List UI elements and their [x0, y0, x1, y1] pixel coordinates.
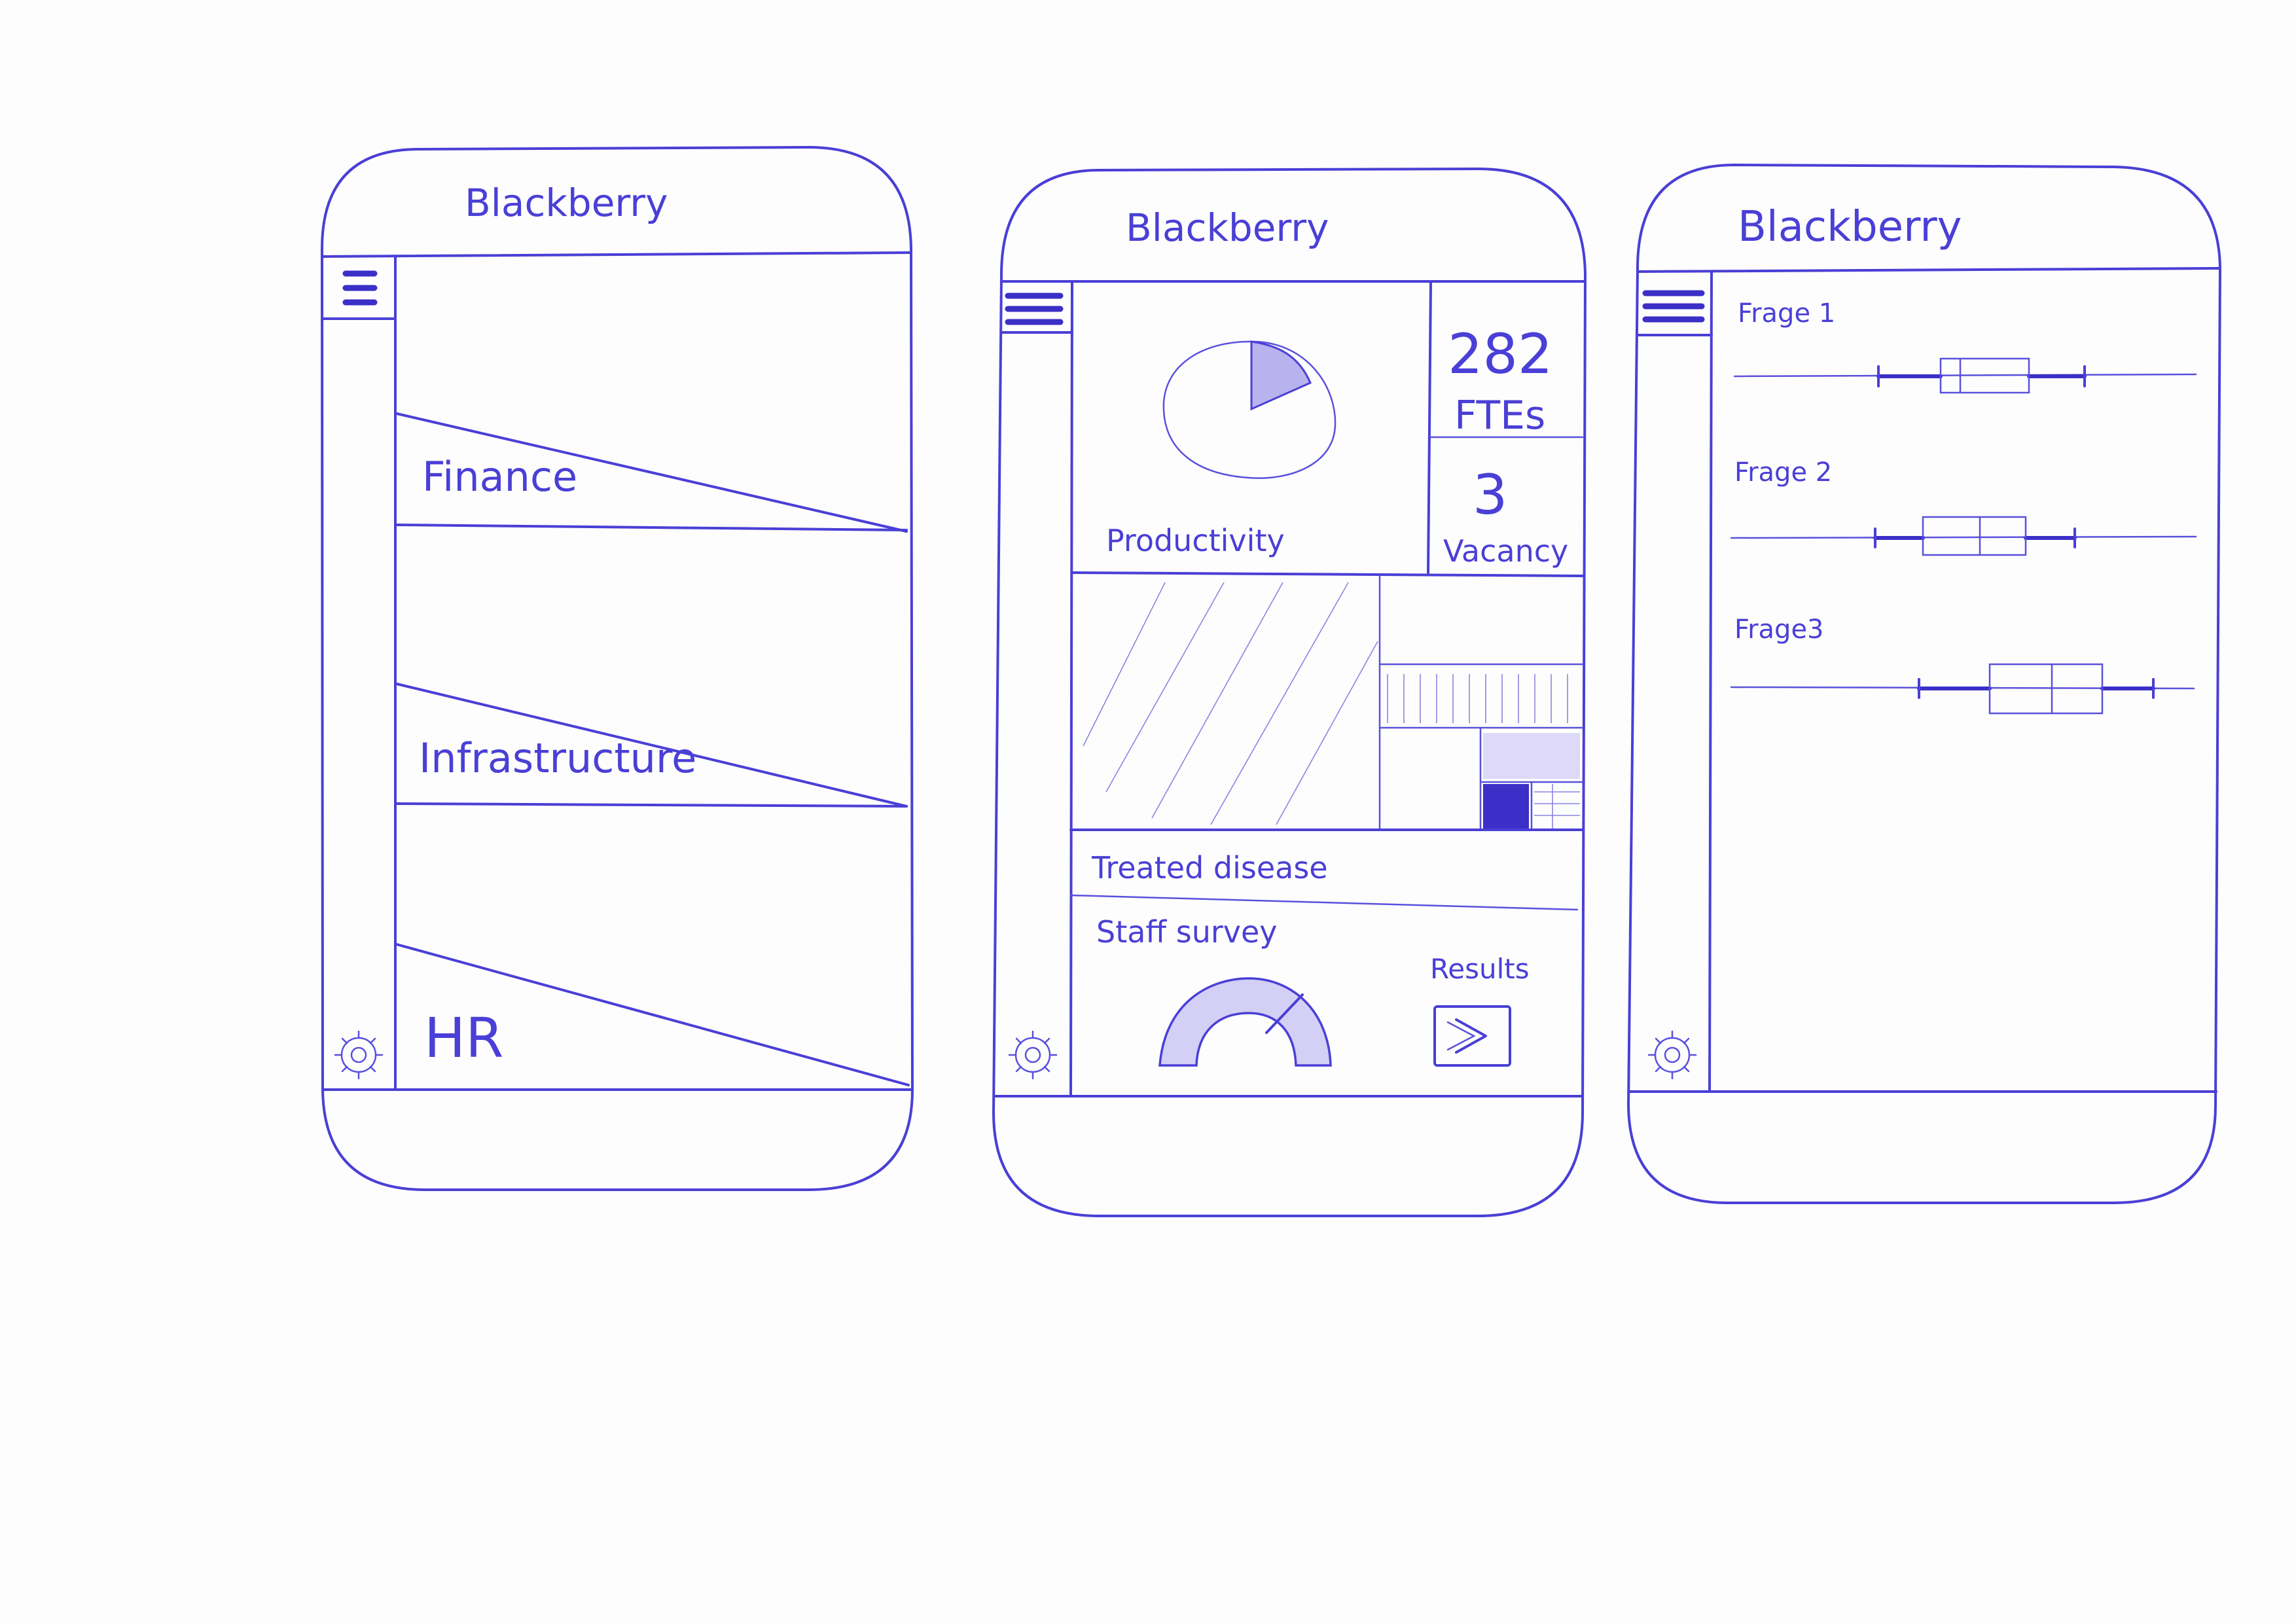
- fte-value: 282: [1448, 322, 1552, 386]
- phone-2-settings-button[interactable]: [1008, 1030, 1058, 1080]
- productivity-pie-chart: [1162, 340, 1336, 479]
- productivity-label: Productivity: [1106, 523, 1285, 558]
- phone-1: Blackberry Finance Infrastructure HR: [321, 146, 914, 1191]
- phone-3-frame: [1627, 164, 2221, 1204]
- phone-1-title: Blackberry: [465, 181, 668, 225]
- staff-survey-label: Staff survey: [1096, 914, 1278, 950]
- vacancy-value: 3: [1473, 463, 1507, 527]
- productivity-pie-slice: [1250, 340, 1312, 411]
- gear-icon: [1647, 1030, 1697, 1080]
- phone-2-sidebar-divider: [1069, 280, 1073, 1097]
- gear-icon: [334, 1030, 384, 1080]
- question-2-label: Frage 2: [1734, 457, 1832, 488]
- question-1[interactable]: Frage 1: [1733, 298, 2197, 394]
- wireframe-canvas: Blackberry Finance Infrastructure HR Bla…: [321, 146, 2221, 1217]
- phone-3-sidebar-divider: [1708, 270, 1713, 1093]
- vacancy-label: Vacancy: [1443, 533, 1568, 569]
- phone-3-menu-button[interactable]: [1642, 290, 1705, 323]
- gear-icon: [1008, 1030, 1058, 1080]
- survey-gauge-arc: [1158, 977, 1332, 1067]
- phone-1-menu-button[interactable]: [342, 270, 378, 306]
- chevron-right-icon: [1446, 1018, 1487, 1054]
- question-2-boxplot: [1873, 516, 2077, 556]
- treemap-block-dotted: [1483, 733, 1580, 779]
- phone-2-menu-button[interactable]: [1005, 293, 1064, 325]
- phone-1-settings-button[interactable]: [334, 1030, 384, 1080]
- treated-disease-tile[interactable]: Treated disease: [1069, 575, 1584, 911]
- treemap-block-dark: [1483, 784, 1529, 829]
- sidebar-item-finance[interactable]: Finance: [395, 412, 908, 533]
- phone-2-title: Blackberry: [1126, 205, 1329, 250]
- phone-2: Blackberry Productivity 282 FTEs 3 Vacan…: [992, 168, 1587, 1217]
- sidebar-item-infrastructure[interactable]: Infrastructure: [395, 683, 908, 808]
- hamburger-menu-icon: [1642, 290, 1705, 323]
- treemap-block-large: [1083, 582, 1378, 825]
- phone-1-frame: [321, 146, 914, 1191]
- phone-3-settings-button[interactable]: [1647, 1030, 1697, 1080]
- phone-3-title: Blackberry: [1738, 203, 1962, 251]
- fte-tile[interactable]: 282 FTEs: [1429, 322, 1584, 438]
- treated-disease-label: Treated disease: [1091, 850, 1328, 885]
- sidebar-item-hr[interactable]: HR: [395, 943, 910, 1086]
- results-label: Results: [1430, 953, 1530, 985]
- question-1-axis: [1733, 373, 2197, 378]
- question-2-axis: [1730, 535, 2197, 539]
- sketch-sheet: Blackberry Finance Infrastructure HR Bla…: [0, 0, 2296, 1623]
- treemap-block-grid: [1534, 784, 1580, 829]
- question-3-label: Frage3: [1734, 615, 1824, 645]
- phone-1-header-divider: [322, 251, 912, 258]
- staff-survey-tile[interactable]: Staff survey Results: [1096, 914, 1530, 1067]
- phone-3: Blackberry Frage 1 Frage 2 Frage3: [1627, 164, 2221, 1204]
- vacancy-tile[interactable]: 3 Vacancy: [1443, 463, 1568, 569]
- hamburger-menu-icon: [1005, 293, 1064, 325]
- question-1-label: Frage 1: [1738, 298, 1835, 329]
- fte-label: FTEs: [1454, 393, 1545, 438]
- phone-3-header-divider: [1636, 267, 2220, 273]
- treemap-block-stripes: [1387, 674, 1568, 723]
- survey-gauge: [1158, 977, 1332, 1067]
- sidebar-item-finance-label: Finance: [422, 453, 577, 501]
- sidebar-item-hr-label: HR: [424, 1006, 504, 1070]
- hamburger-menu-icon: [342, 270, 378, 306]
- question-3[interactable]: Frage3: [1730, 615, 2195, 715]
- results-button[interactable]: [1433, 1005, 1511, 1067]
- sidebar-item-infrastructure-label: Infrastructure: [419, 734, 696, 782]
- question-2[interactable]: Frage 2: [1730, 457, 2197, 556]
